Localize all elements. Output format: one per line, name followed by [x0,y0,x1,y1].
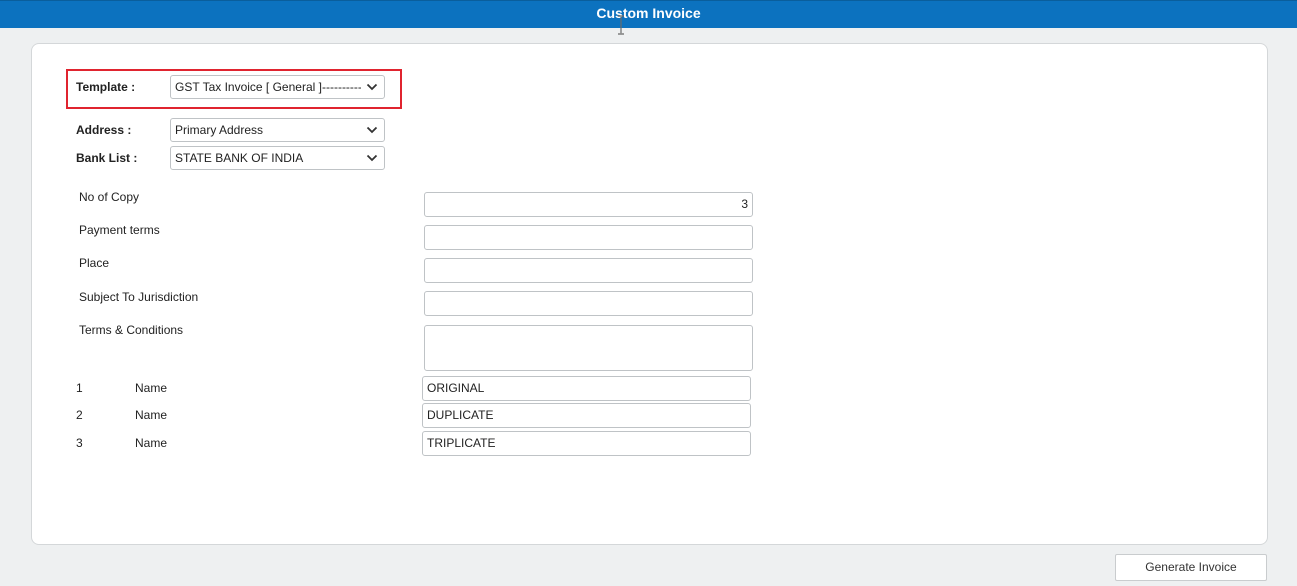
copy-name-label: Name [135,381,168,395]
chevron-down-icon [366,154,378,162]
copy-number: 1 [76,381,83,395]
template-select-value: GST Tax Invoice [ General ]-------------… [175,80,361,94]
copy-number: 2 [76,408,83,422]
bank-list-label: Bank List : [76,151,138,165]
address-select[interactable]: Primary Address [170,118,385,142]
terms-conditions-label: Terms & Conditions [79,323,184,337]
text-cursor-icon [618,15,624,35]
template-label: Template : [76,80,136,94]
place-label: Place [79,256,110,270]
copy-name-input-3[interactable]: TRIPLICATE [422,431,751,456]
place-input[interactable] [424,258,753,283]
subject-to-jurisdiction-input[interactable] [424,291,753,316]
bank-list-select[interactable]: STATE BANK OF INDIA [170,146,385,170]
terms-conditions-textarea[interactable] [424,325,753,371]
no-of-copy-input[interactable]: 3 [424,192,753,217]
bank-list-select-value: STATE BANK OF INDIA [175,151,304,165]
copy-name-input-2[interactable]: DUPLICATE [422,403,751,428]
address-select-value: Primary Address [175,123,264,137]
title-bar: Custom Invoice [0,0,1297,28]
chevron-down-icon [366,83,378,91]
copy-name-label: Name [135,408,168,422]
address-label: Address : [76,123,132,137]
copy-number: 3 [76,436,83,450]
chevron-down-icon [366,126,378,134]
copy-name-label: Name [135,436,168,450]
subject-to-jurisdiction-label: Subject To Jurisdiction [79,290,199,304]
payment-terms-label: Payment terms [79,223,160,237]
template-select[interactable]: GST Tax Invoice [ General ]-------------… [170,75,385,99]
generate-invoice-button[interactable]: Generate Invoice [1115,554,1267,581]
no-of-copy-label: No of Copy [79,190,140,204]
copy-name-input-1[interactable]: ORIGINAL [422,376,751,401]
window-title: Custom Invoice [596,5,701,21]
payment-terms-input[interactable] [424,225,753,250]
